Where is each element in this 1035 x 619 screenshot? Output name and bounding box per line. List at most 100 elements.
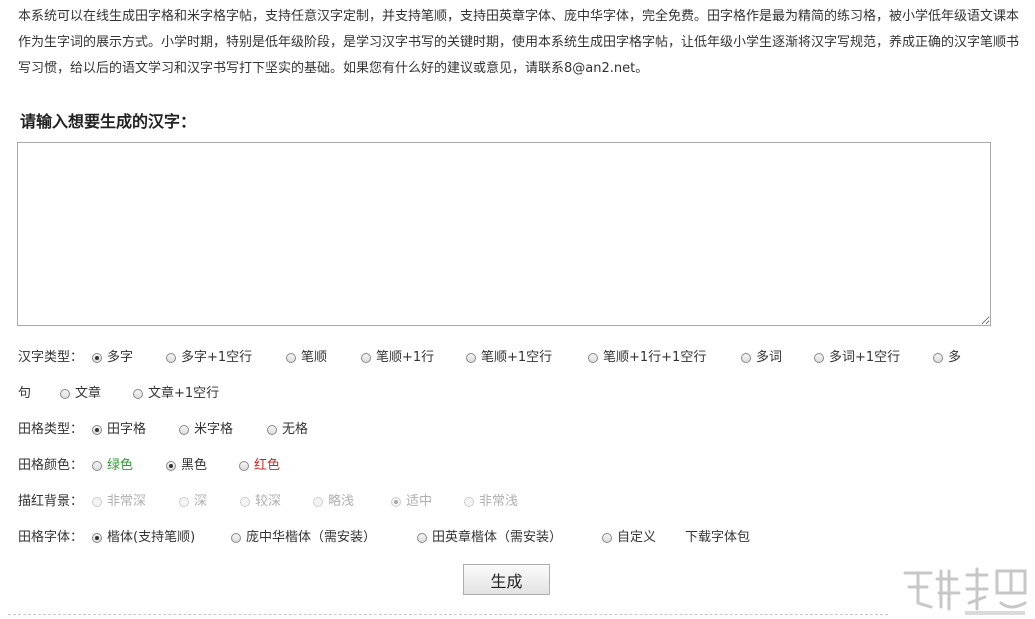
char-type-option-multi-char-blank[interactable]: 多字+1空行 bbox=[166, 346, 252, 370]
option-label: 笔顺 bbox=[301, 350, 328, 365]
trace-bg-option-medium[interactable]: 适中 bbox=[391, 490, 432, 514]
option-label: 自定义 bbox=[617, 530, 657, 545]
grid-type-option-mi[interactable]: 米字格 bbox=[179, 418, 233, 442]
char-type-option-stroke-blank[interactable]: 笔顺+1空行 bbox=[466, 346, 552, 370]
char-type-label: 汉字类型： bbox=[18, 350, 84, 365]
radio-icon[interactable] bbox=[286, 353, 296, 363]
radio-checked-icon[interactable] bbox=[166, 461, 176, 471]
radio-icon[interactable] bbox=[179, 497, 189, 507]
option-label: 较深 bbox=[255, 494, 282, 509]
grid-font-label: 田格字体： bbox=[18, 530, 84, 545]
option-label: 笔顺+1行+1空行 bbox=[603, 350, 707, 365]
radio-icon[interactable] bbox=[602, 533, 612, 543]
radio-icon[interactable] bbox=[464, 497, 474, 507]
char-type-option-multi-word[interactable]: 多词 bbox=[741, 346, 782, 370]
option-label-red: 红色 bbox=[254, 458, 281, 473]
grid-color-option-green[interactable]: 绿色 bbox=[92, 454, 133, 478]
radio-icon[interactable] bbox=[133, 389, 143, 399]
option-label: 文章 bbox=[75, 386, 102, 401]
grid-color-row: 田格颜色： 绿色 黑色 红色 bbox=[18, 454, 418, 478]
grid-font-row: 田格字体： 楷体(支持笔顺) 庞中华楷体（需安装） 田英章楷体（需安装） 自定义… bbox=[18, 526, 818, 550]
radio-icon[interactable] bbox=[92, 461, 102, 471]
radio-icon[interactable] bbox=[588, 353, 598, 363]
option-label: 非常深 bbox=[107, 494, 147, 509]
char-type-option-stroke[interactable]: 笔顺 bbox=[286, 346, 327, 370]
radio-icon[interactable] bbox=[166, 353, 176, 363]
trace-bg-option-dark[interactable]: 深 bbox=[179, 490, 207, 514]
option-label: 庞中华楷体（需安装） bbox=[246, 530, 377, 545]
option-label: 多词 bbox=[756, 350, 783, 365]
char-type-option-article-blank[interactable]: 文章+1空行 bbox=[133, 382, 219, 406]
option-label: 笔顺+1空行 bbox=[481, 350, 553, 365]
trace-bg-option-very-dark[interactable]: 非常深 bbox=[92, 490, 146, 514]
divider bbox=[8, 614, 888, 615]
radio-icon[interactable] bbox=[240, 497, 250, 507]
radio-checked-icon[interactable] bbox=[92, 533, 102, 543]
char-type-row-wrap: 句 文章 文章+1空行 bbox=[18, 382, 318, 406]
trace-bg-option-very-light[interactable]: 非常浅 bbox=[464, 490, 518, 514]
grid-type-row: 田格类型： 田字格 米字格 无格 bbox=[18, 418, 418, 442]
trace-bg-row: 描红背景： 非常深 深 较深 略浅 适中 非常浅 bbox=[18, 490, 618, 514]
page: 本系统可以在线生成田字格和米字格字帖，支持任意汉字定制，并支持笔顺，支持田英章字… bbox=[0, 0, 1035, 619]
option-label: 多字+1空行 bbox=[181, 350, 253, 365]
char-type-option-stroke-line-blank[interactable]: 笔顺+1行+1空行 bbox=[588, 346, 706, 370]
trace-bg-option-lighter[interactable]: 略浅 bbox=[313, 490, 354, 514]
radio-icon[interactable] bbox=[267, 425, 277, 435]
site-watermark-logo-icon bbox=[903, 567, 1027, 615]
grid-font-option-tian[interactable]: 田英章楷体（需安装） bbox=[417, 526, 562, 550]
radio-icon[interactable] bbox=[60, 389, 70, 399]
radio-icon[interactable] bbox=[92, 497, 102, 507]
intro-text: 本系统可以在线生成田字格和米字格字帖，支持任意汉字定制，并支持笔顺，支持田英章字… bbox=[18, 9, 1020, 76]
option-label: 非常浅 bbox=[479, 494, 519, 509]
radio-checked-icon[interactable] bbox=[92, 425, 102, 435]
char-type-option-article[interactable]: 文章 bbox=[60, 382, 101, 406]
radio-icon[interactable] bbox=[239, 461, 249, 471]
option-label: 略浅 bbox=[328, 494, 355, 509]
radio-icon[interactable] bbox=[466, 353, 476, 363]
grid-font-option-custom[interactable]: 自定义 bbox=[602, 526, 656, 550]
grid-color-option-black[interactable]: 黑色 bbox=[166, 454, 207, 478]
radio-icon[interactable] bbox=[417, 533, 427, 543]
char-type-option-multi-sentence[interactable]: 多 bbox=[933, 346, 961, 370]
radio-icon[interactable] bbox=[741, 353, 751, 363]
char-type-option-multi-word-blank[interactable]: 多词+1空行 bbox=[814, 346, 900, 370]
chinese-characters-input[interactable] bbox=[17, 142, 991, 326]
radio-checked-icon[interactable] bbox=[92, 353, 102, 363]
char-type-option-stroke-line[interactable]: 笔顺+1行 bbox=[361, 346, 434, 370]
radio-icon[interactable] bbox=[361, 353, 371, 363]
option-label: 文章+1空行 bbox=[148, 386, 220, 401]
download-font-link[interactable]: 下载字体包 bbox=[685, 526, 750, 550]
grid-type-option-none[interactable]: 无格 bbox=[267, 418, 308, 442]
trace-bg-option-darker[interactable]: 较深 bbox=[240, 490, 281, 514]
grid-font-option-pang[interactable]: 庞中华楷体（需安装） bbox=[231, 526, 376, 550]
radio-icon[interactable] bbox=[933, 353, 943, 363]
grid-color-option-red[interactable]: 红色 bbox=[239, 454, 280, 478]
option-label: 黑色 bbox=[181, 458, 208, 473]
grid-color-label: 田格颜色： bbox=[18, 458, 84, 473]
option-label-green: 绿色 bbox=[107, 458, 134, 473]
option-label: 笔顺+1行 bbox=[376, 350, 435, 365]
radio-icon[interactable] bbox=[313, 497, 323, 507]
input-prompt-title: 请输入想要生成的汉字： bbox=[20, 112, 197, 131]
radio-icon[interactable] bbox=[814, 353, 824, 363]
char-type-option-multi-char[interactable]: 多字 bbox=[92, 346, 133, 370]
radio-checked-icon[interactable] bbox=[391, 497, 401, 507]
option-label: 适中 bbox=[406, 494, 433, 509]
option-label: 无格 bbox=[282, 422, 309, 437]
option-label: 深 bbox=[194, 494, 208, 509]
grid-font-option-kaiti[interactable]: 楷体(支持笔顺) bbox=[92, 526, 195, 550]
option-label: 田字格 bbox=[107, 422, 147, 437]
radio-icon[interactable] bbox=[179, 425, 189, 435]
char-type-row: 汉字类型： 多字 多字+1空行 笔顺 笔顺+1行 笔顺+1空行 笔顺+1行+1空… bbox=[18, 346, 1018, 370]
trace-bg-label: 描红背景： bbox=[18, 494, 84, 509]
generate-button[interactable]: 生成 bbox=[463, 564, 550, 595]
radio-icon[interactable] bbox=[231, 533, 241, 543]
option-label: 米字格 bbox=[194, 422, 234, 437]
option-label-wrap: 句 bbox=[18, 386, 32, 401]
option-label: 楷体(支持笔顺) bbox=[107, 530, 196, 545]
grid-type-option-tian[interactable]: 田字格 bbox=[92, 418, 146, 442]
option-label: 多字 bbox=[107, 350, 134, 365]
option-label: 田英章楷体（需安装） bbox=[432, 530, 563, 545]
grid-type-label: 田格类型： bbox=[18, 422, 84, 437]
option-label: 多 bbox=[948, 350, 962, 365]
